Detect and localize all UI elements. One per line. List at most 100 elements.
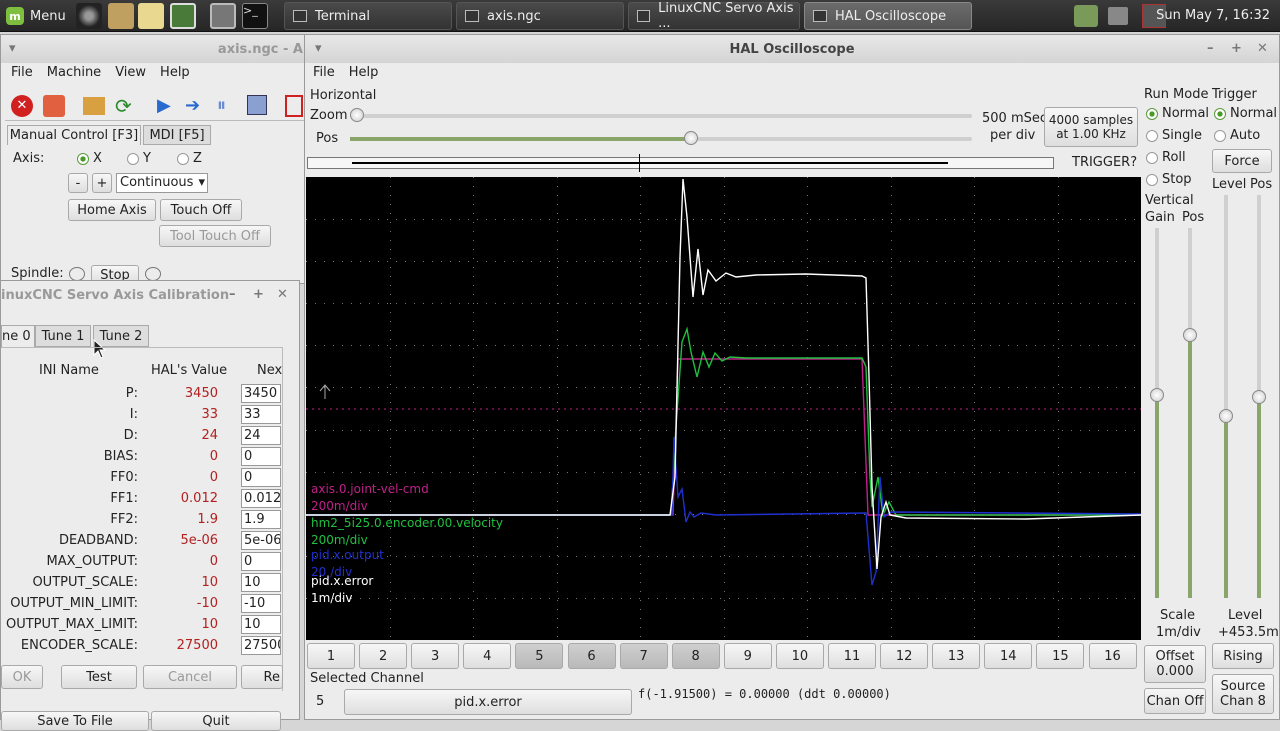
sample-rate-button[interactable]: 4000 samples at 1.00 KHz xyxy=(1044,107,1138,147)
jog-minus-button[interactable]: - xyxy=(68,173,88,193)
update-shield-icon[interactable] xyxy=(1074,5,1098,27)
rising-edge-button[interactable]: Rising xyxy=(1212,643,1274,669)
minimize-icon[interactable]: – xyxy=(1207,41,1214,56)
param-next-input[interactable]: 0 xyxy=(241,468,281,487)
run-mode-stop[interactable]: Stop xyxy=(1146,172,1192,187)
quit-button[interactable]: Quit xyxy=(151,711,281,731)
zoom-slider-handle[interactable] xyxy=(350,108,364,122)
tab-tune-0[interactable]: ne 0 xyxy=(1,325,35,347)
scope-display[interactable]: axis.0.joint-vel-cmd 200m/div hm2_5i25.0.e… xyxy=(306,177,1142,640)
force-trigger-button[interactable]: Force xyxy=(1212,149,1272,173)
param-next-input[interactable]: -10 xyxy=(241,594,281,613)
menu-view[interactable]: View xyxy=(115,65,146,80)
files-launcher-icon[interactable] xyxy=(170,3,196,29)
channel-button-12[interactable]: 12 xyxy=(880,643,929,669)
axis-titlebar[interactable]: ▾ axis.ngc - A xyxy=(1,35,319,63)
axis-radio-x[interactable]: X xyxy=(77,151,102,166)
channel-button-6[interactable]: 6 xyxy=(567,643,616,669)
channel-button-2[interactable]: 2 xyxy=(359,643,408,669)
stop-program-icon[interactable] xyxy=(247,95,267,115)
channel-button-9[interactable]: 9 xyxy=(723,643,772,669)
offset-button[interactable]: Offset 0.000 xyxy=(1144,645,1206,683)
param-next-input[interactable]: 27500 xyxy=(241,636,281,655)
menu-help[interactable]: Help xyxy=(160,65,190,80)
window-menu-icon[interactable]: ▾ xyxy=(315,41,322,56)
open-file-icon[interactable] xyxy=(83,97,105,115)
channel-button-13[interactable]: 13 xyxy=(932,643,981,669)
spindle-ccw-icon[interactable] xyxy=(69,267,85,281)
text-editor-launcher-icon[interactable] xyxy=(138,3,164,29)
channel-button-16[interactable]: 16 xyxy=(1088,643,1137,669)
reload-icon[interactable]: ⟳ xyxy=(115,95,137,117)
start-menu-button[interactable]: m Menu xyxy=(6,4,66,28)
run-icon[interactable]: ▶ xyxy=(157,95,171,116)
vertical-pos-slider[interactable] xyxy=(1183,228,1197,598)
home-axis-button[interactable]: Home Axis xyxy=(68,199,156,221)
trigger-level-slider[interactable] xyxy=(1219,195,1233,598)
trigger-pos-slider[interactable] xyxy=(1252,195,1266,598)
close-icon[interactable]: ✕ xyxy=(1257,41,1268,56)
channel-button-5[interactable]: 5 xyxy=(515,643,564,669)
pos-slider[interactable] xyxy=(350,131,972,145)
param-next-input[interactable]: 0 xyxy=(241,447,281,466)
spindle-cw-icon[interactable] xyxy=(145,267,161,281)
block-delete-icon[interactable] xyxy=(285,95,303,117)
ok-button[interactable]: OK xyxy=(1,665,43,689)
tab-tune-1[interactable]: Tune 1 xyxy=(35,325,91,347)
param-next-input[interactable]: 10 xyxy=(241,573,281,592)
axis-radio-y[interactable]: Y xyxy=(127,151,151,166)
step-icon[interactable]: ➔ xyxy=(185,95,200,116)
minimize-icon[interactable]: – xyxy=(229,287,236,302)
oscilloscope-titlebar[interactable]: ▾ HAL Oscilloscope – + ✕ xyxy=(305,35,1279,63)
slider-handle[interactable] xyxy=(1183,327,1197,342)
param-next-input[interactable]: 3450 xyxy=(241,384,281,403)
task-servo-calibration[interactable]: LinuxCNC Servo Axis ... xyxy=(628,1,800,31)
channel-button-14[interactable]: 14 xyxy=(984,643,1033,669)
window-menu-icon[interactable]: ▾ xyxy=(9,41,16,56)
channel-button-15[interactable]: 15 xyxy=(1036,643,1085,669)
param-next-input[interactable]: 24 xyxy=(241,426,281,445)
param-next-input[interactable]: 0 xyxy=(241,552,281,571)
calibration-titlebar[interactable]: inuxCNC Servo Axis Calibration – + ✕ xyxy=(1,281,299,309)
maximize-icon[interactable]: + xyxy=(253,287,264,302)
chan-off-button[interactable]: Chan Off xyxy=(1144,688,1206,714)
trigger-mode-normal[interactable]: Normal xyxy=(1214,106,1277,121)
channel-button-3[interactable]: 3 xyxy=(411,643,460,669)
linuxcnc-launcher-icon[interactable] xyxy=(108,3,134,29)
param-next-input[interactable]: 0.012 xyxy=(241,489,281,508)
tool-touch-off-button[interactable]: Tool Touch Off xyxy=(159,225,271,247)
run-mode-single[interactable]: Single xyxy=(1146,128,1202,143)
jog-plus-button[interactable]: + xyxy=(92,173,112,193)
terminal-launcher-icon[interactable]: >_ xyxy=(242,3,268,29)
maximize-icon[interactable]: + xyxy=(1231,41,1242,56)
param-next-input[interactable]: 5e-06 xyxy=(241,531,281,550)
menu-help[interactable]: Help xyxy=(349,65,379,80)
selected-channel-button[interactable]: pid.x.error xyxy=(344,689,632,715)
clock[interactable]: Sun May 7, 16:32 xyxy=(1156,0,1270,32)
tab-mdi[interactable]: MDI [F5] xyxy=(143,125,211,145)
menu-file[interactable]: File xyxy=(11,65,33,80)
channel-button-8[interactable]: 8 xyxy=(671,643,720,669)
trigger-source-button[interactable]: Source Chan 8 xyxy=(1212,674,1274,714)
slider-handle[interactable] xyxy=(1252,389,1266,404)
estop-icon[interactable]: ✕ xyxy=(11,95,33,117)
record-overview-bar[interactable] xyxy=(307,154,1054,172)
zoom-slider[interactable] xyxy=(350,108,972,122)
close-icon[interactable]: ✕ xyxy=(277,287,288,302)
touch-off-button[interactable]: Touch Off xyxy=(160,199,242,221)
volume-icon[interactable] xyxy=(1108,7,1128,25)
axis-radio-z[interactable]: Z xyxy=(177,151,202,166)
test-button[interactable]: Test xyxy=(61,665,137,689)
machine-power-icon[interactable] xyxy=(43,95,65,117)
channel-button-7[interactable]: 7 xyxy=(619,643,668,669)
cancel-button[interactable]: Cancel xyxy=(143,665,237,689)
param-next-input[interactable]: 1.9 xyxy=(241,510,281,529)
channel-button-11[interactable]: 11 xyxy=(828,643,876,669)
channel-button-4[interactable]: 4 xyxy=(463,643,512,669)
menu-file[interactable]: File xyxy=(313,65,335,80)
param-next-input[interactable]: 33 xyxy=(241,405,281,424)
show-desktop-icon[interactable] xyxy=(210,3,236,29)
tab-manual-control[interactable]: Manual Control [F3] xyxy=(7,125,141,145)
channel-button-10[interactable]: 10 xyxy=(775,643,824,669)
pause-icon[interactable]: ⏸ xyxy=(217,95,226,116)
